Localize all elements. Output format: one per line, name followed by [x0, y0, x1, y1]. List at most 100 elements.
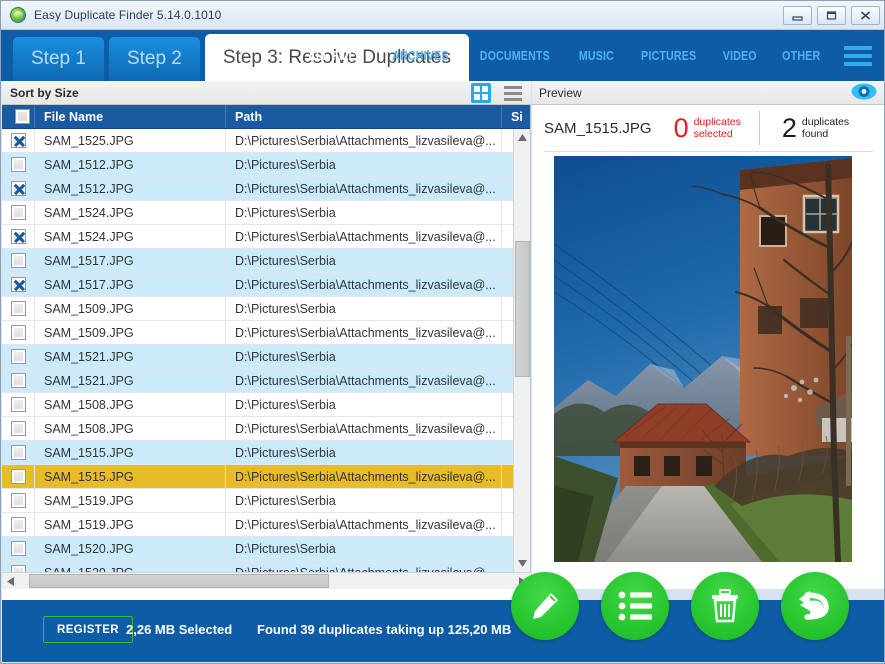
table-row[interactable]: SAM_1512.JPG D:\Pictures\Serbia — [2, 153, 530, 177]
nav-item-other[interactable]: OTHER — [782, 48, 820, 63]
column-header-path[interactable]: Path — [225, 105, 501, 128]
trash-delete-icon[interactable] — [691, 572, 759, 640]
maximize-button[interactable] — [817, 6, 846, 25]
row-checkbox[interactable] — [2, 393, 34, 416]
row-checkbox[interactable] — [2, 537, 34, 560]
edf-logo-icon — [10, 7, 26, 23]
checkbox-unchecked-icon — [10, 325, 26, 340]
cell-file-name: SAM_1519.JPG — [34, 513, 225, 536]
table-row[interactable]: SAM_1508.JPG D:\Pictures\Serbia — [2, 393, 530, 417]
scroll-up-arrow-icon[interactable] — [514, 129, 530, 146]
row-checkbox[interactable] — [2, 441, 34, 464]
row-checkbox[interactable] — [2, 153, 34, 176]
table-row[interactable]: SAM_1512.JPG D:\Pictures\Serbia\Attachmen… — [2, 177, 530, 201]
cell-path: D:\Pictures\Serbia\Attachments_lizvasile… — [225, 417, 501, 440]
nav-item-all-files[interactable]: ALL FILES — [308, 48, 363, 63]
row-checkbox[interactable] — [2, 321, 34, 344]
table-row[interactable]: SAM_1524.JPG D:\Pictures\Serbia\Attachmen… — [2, 225, 530, 249]
row-checkbox[interactable] — [2, 249, 34, 272]
nav-item-documents[interactable]: DOCUMENTS — [480, 48, 550, 63]
cell-path: D:\Pictures\Serbia\Attachments_lizvasile… — [225, 369, 501, 392]
row-checkbox[interactable] — [2, 177, 34, 200]
checkbox-unchecked-icon — [10, 517, 26, 532]
register-button[interactable]: REGISTER — [43, 616, 133, 643]
select-all-checkbox[interactable] — [2, 105, 34, 128]
table-body: SAM_1525.JPG D:\Pictures\Serbia\Attachmen… — [2, 129, 530, 572]
undo-arrow-icon[interactable] — [781, 572, 849, 640]
row-checkbox[interactable] — [2, 129, 34, 152]
table-row[interactable]: SAM_1509.JPG D:\Pictures\Serbia\Attachmen… — [2, 321, 530, 345]
table-row[interactable]: SAM_1517.JPG D:\Pictures\Serbia — [2, 249, 530, 273]
table-row[interactable]: SAM_1521.JPG D:\Pictures\Serbia\Attachmen… — [2, 369, 530, 393]
duplicates-found-label-2: found — [801, 128, 829, 140]
nav-item-video[interactable]: VIDEO — [723, 48, 757, 63]
horizontal-scroll-thumb[interactable] — [29, 574, 329, 588]
preview-pane: SAM_1515.JPG 0 duplicates selected 2 dup… — [532, 105, 884, 589]
table-row[interactable]: SAM_1519.JPG D:\Pictures\Serbia — [2, 489, 530, 513]
list-horizontal-scrollbar[interactable] — [2, 572, 531, 589]
nav-item-pictures[interactable]: PICTURES — [641, 48, 696, 63]
checkbox-unchecked-icon — [10, 469, 26, 484]
cell-file-name: SAM_1508.JPG — [34, 393, 225, 416]
tab-step-1[interactable]: Step 1 — [13, 37, 104, 81]
row-checkbox[interactable] — [2, 561, 34, 572]
sort-by-label[interactable]: Sort by Size — [10, 86, 79, 100]
table-row[interactable]: SAM_1519.JPG D:\Pictures\Serbia\Attachmen… — [2, 513, 530, 537]
cell-file-name: SAM_1515.JPG — [34, 441, 225, 464]
row-checkbox[interactable] — [2, 465, 34, 488]
table-row[interactable]: SAM_1515.JPG D:\Pictures\Serbia — [2, 441, 530, 465]
table-row[interactable]: SAM_1509.JPG D:\Pictures\Serbia — [2, 297, 530, 321]
nav-item-archives[interactable]: ARCHIVES — [393, 48, 449, 63]
list-vertical-scrollbar[interactable] — [513, 129, 530, 572]
nav-item-music[interactable]: MUSIC — [579, 48, 614, 63]
view-toggle-group — [471, 83, 523, 103]
row-checkbox[interactable] — [2, 225, 34, 248]
cell-path: D:\Pictures\Serbia — [225, 249, 501, 272]
checkbox-unchecked-icon — [10, 205, 26, 220]
tab-step-2[interactable]: Step 2 — [108, 37, 200, 81]
table-row[interactable]: SAM_1515.JPG D:\Pictures\Serbia\Attachmen… — [2, 465, 530, 489]
table-row[interactable]: SAM_1524.JPG D:\Pictures\Serbia — [2, 201, 530, 225]
checkbox-unchecked-icon — [10, 445, 26, 460]
column-header-file-name[interactable]: File Name — [34, 105, 225, 128]
action-button-group — [507, 566, 867, 662]
cell-path: D:\Pictures\Serbia — [225, 489, 501, 512]
table-row[interactable]: SAM_1517.JPG D:\Pictures\Serbia\Attachmen… — [2, 273, 530, 297]
table-row[interactable]: SAM_1520.JPG D:\Pictures\Serbia — [2, 537, 530, 561]
checkbox-unchecked-icon — [10, 421, 26, 436]
table-row[interactable]: SAM_1520.JPGD:\Pictures\Serbia\Attachmen… — [2, 561, 530, 572]
column-header-size[interactable]: Si — [501, 105, 530, 128]
minimize-button[interactable] — [783, 6, 812, 25]
table-row[interactable]: SAM_1521.JPG D:\Pictures\Serbia — [2, 345, 530, 369]
list-actions-icon[interactable] — [601, 572, 669, 640]
close-button[interactable] — [851, 6, 880, 25]
row-checkbox[interactable] — [2, 489, 34, 512]
row-checkbox[interactable] — [2, 345, 34, 368]
cell-file-name: SAM_1517.JPG — [34, 249, 225, 272]
eye-icon[interactable] — [851, 83, 877, 105]
scroll-left-arrow-icon[interactable] — [2, 573, 19, 590]
checkbox-unchecked-icon — [10, 253, 26, 268]
table-row[interactable]: SAM_1508.JPG D:\Pictures\Serbia\Attachmen… — [2, 417, 530, 441]
list-view-icon[interactable] — [503, 83, 523, 103]
row-checkbox[interactable] — [2, 201, 34, 224]
preview-image — [554, 156, 852, 562]
row-checkbox[interactable] — [2, 513, 34, 536]
checkbox-unchecked-icon — [10, 565, 26, 572]
hamburger-menu-icon[interactable] — [844, 45, 872, 66]
grid-view-icon[interactable] — [471, 83, 491, 103]
cell-path: D:\Pictures\Serbia — [225, 153, 501, 176]
vertical-scroll-thumb[interactable] — [515, 241, 530, 377]
row-checkbox[interactable] — [2, 273, 34, 296]
duplicates-selected-label-1: duplicates — [693, 116, 741, 128]
pencil-edit-icon[interactable] — [511, 572, 579, 640]
row-checkbox[interactable] — [2, 369, 34, 392]
row-checkbox[interactable] — [2, 297, 34, 320]
table-row[interactable]: SAM_1525.JPG D:\Pictures\Serbia\Attachmen… — [2, 129, 530, 153]
row-checkbox[interactable] — [2, 417, 34, 440]
application-window: Easy Duplicate Finder 5.14.0.1010 Step 1… — [0, 0, 885, 664]
app-header: Step 1 Step 2 Step 3: Resolve Duplicates… — [1, 30, 884, 81]
cell-path: D:\Pictures\Serbia\Attachments_lizvasile… — [225, 561, 501, 572]
duplicates-found-stat: 2 duplicates found — [782, 114, 849, 142]
checkbox-checked-icon — [10, 277, 26, 292]
